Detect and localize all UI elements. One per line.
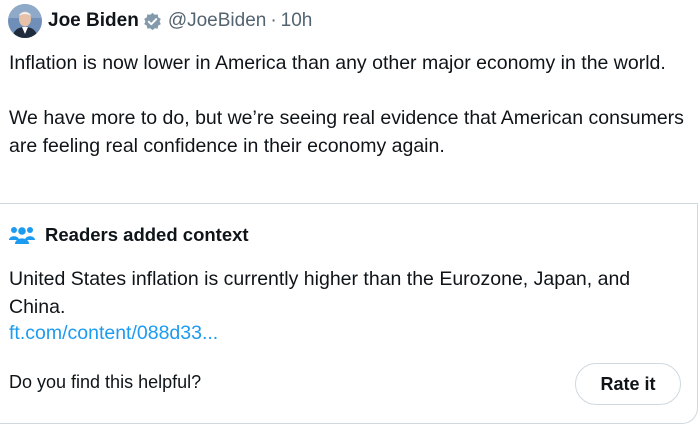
tweet-paragraph-2: We have more to do, but we’re seeing rea… [9, 107, 684, 157]
community-note-source-link[interactable]: ft.com/content/088d33... [9, 320, 218, 348]
tweet-card: Joe Biden @JoeBiden · 10h Inflation is n… [0, 0, 700, 424]
community-note: Readers added context United States infl… [0, 203, 698, 424]
avatar[interactable] [8, 4, 42, 38]
tweet-header: Joe Biden @JoeBiden · 10h [8, 4, 312, 38]
author-handle[interactable]: @JoeBiden [168, 10, 267, 32]
helpful-question: Do you find this helpful? [9, 372, 202, 392]
community-note-header: Readers added context [9, 224, 249, 246]
verified-badge-icon [143, 12, 162, 31]
separator-dot: · [270, 10, 277, 31]
post-time[interactable]: 10h [281, 10, 313, 32]
community-note-text: United States inflation is currently hig… [9, 268, 631, 318]
tweet-text: Inflation is now lower in America than a… [9, 50, 689, 160]
people-icon [9, 225, 35, 245]
community-note-title: Readers added context [45, 224, 249, 245]
tweet-paragraph-1: Inflation is now lower in America than a… [9, 52, 666, 74]
rate-it-button[interactable]: Rate it [575, 363, 681, 405]
author-name[interactable]: Joe Biden [48, 10, 139, 32]
